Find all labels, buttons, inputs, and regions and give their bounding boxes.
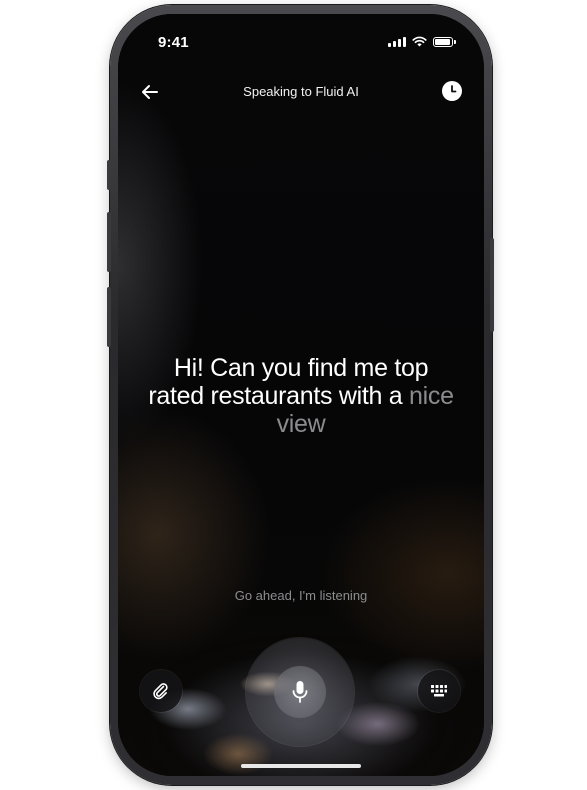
paperclip-icon xyxy=(153,683,168,700)
attach-button[interactable] xyxy=(140,670,182,712)
status-icons xyxy=(388,36,456,47)
status-time: 9:41 xyxy=(158,34,189,51)
keyboard-button[interactable] xyxy=(418,670,460,712)
home-indicator[interactable] xyxy=(241,764,361,768)
keyboard-icon xyxy=(431,685,447,697)
cellular-signal-icon xyxy=(388,36,406,47)
history-button[interactable] xyxy=(442,81,462,101)
header-title: Speaking to Fluid AI xyxy=(243,84,359,99)
microphone-icon xyxy=(292,681,308,703)
listening-hint: Go ahead, I'm listening xyxy=(234,588,368,603)
transcript-spoken: Hi! Can you find me top rated restaurant… xyxy=(148,354,429,410)
transcript-text: Hi! Can you find me top rated restaurant… xyxy=(146,354,456,438)
mute-switch xyxy=(107,160,111,190)
clock-icon xyxy=(451,85,457,93)
volume-down-button xyxy=(107,287,111,347)
wifi-icon xyxy=(412,36,427,47)
device-mockup: 9:41 Speaking to Fluid AI Hi! Can you fi… xyxy=(0,0,587,790)
microphone-button[interactable] xyxy=(274,666,326,718)
volume-up-button xyxy=(107,212,111,272)
battery-icon xyxy=(433,36,453,47)
power-button xyxy=(490,238,494,332)
phone-screen: 9:41 Speaking to Fluid AI Hi! Can you fi… xyxy=(118,14,484,776)
